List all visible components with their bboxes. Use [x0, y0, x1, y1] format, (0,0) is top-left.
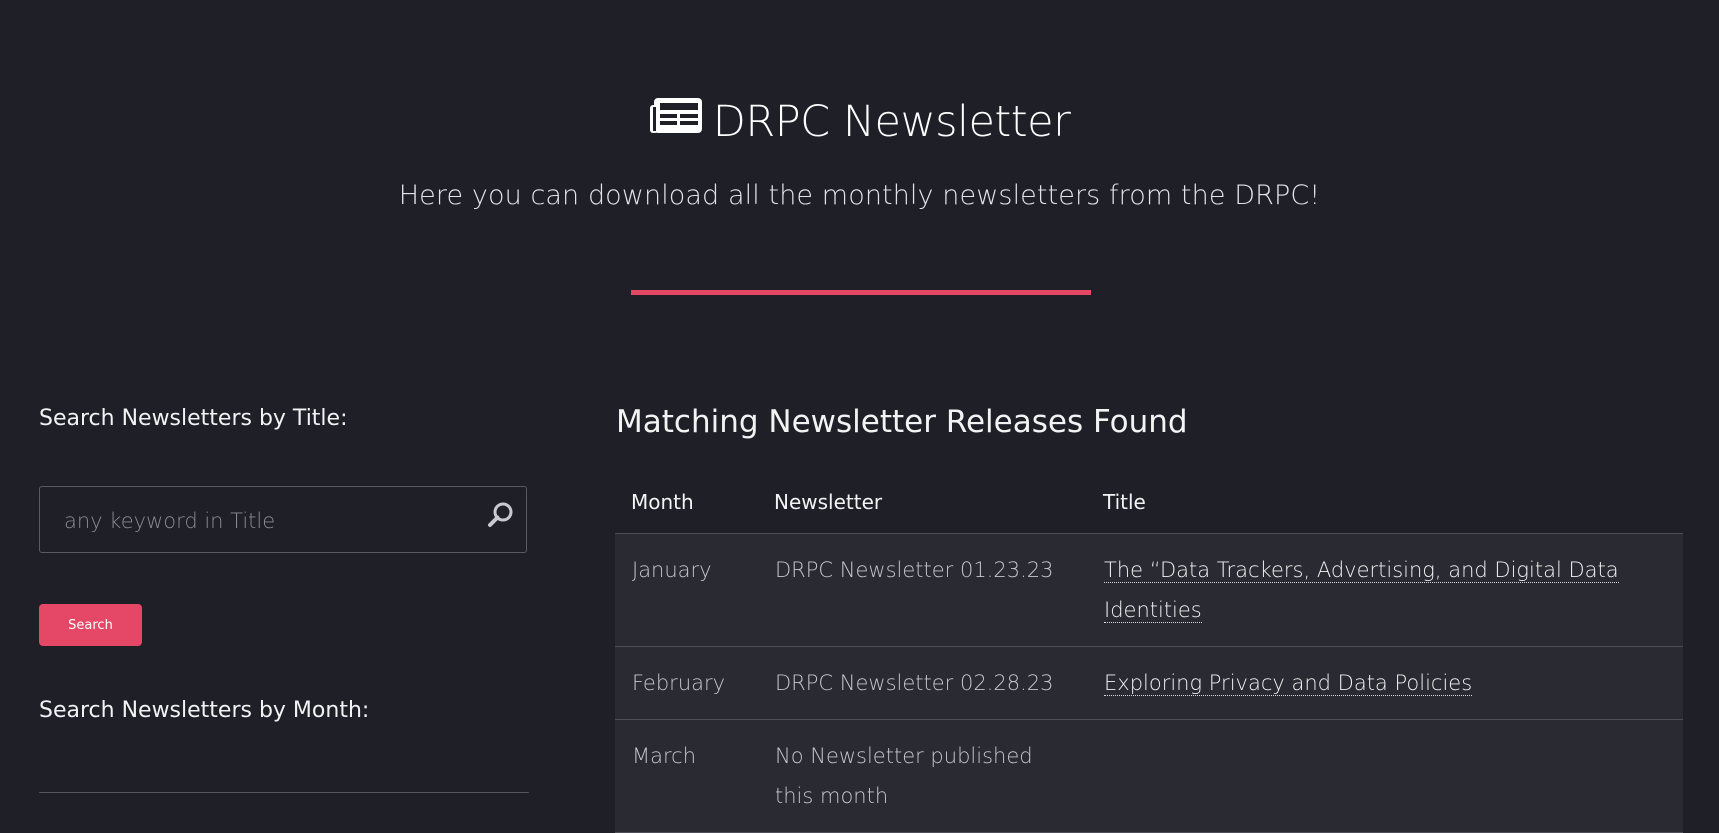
- search-field[interactable]: [39, 486, 527, 554]
- page-subtitle: Here you can download all the monthly ne…: [398, 180, 1321, 211]
- column-header-title: Title: [1087, 470, 1683, 534]
- search-input[interactable]: [62, 487, 466, 554]
- page-title-text: DRPC Newsletter: [712, 97, 1071, 147]
- table-header-row: Month Newsletter Title: [615, 470, 1683, 534]
- results-heading: Matching Newsletter Releases Found: [616, 404, 1188, 440]
- newspaper-icon: [649, 91, 703, 151]
- newsletter-title-link[interactable]: Exploring Privacy and Data Policies: [1104, 671, 1473, 696]
- search-button[interactable]: Search: [39, 604, 142, 646]
- cell-month: January: [615, 533, 758, 647]
- header-divider: [631, 290, 1091, 295]
- cell-newsletter: DRPC Newsletter 01.23.23: [758, 533, 1087, 647]
- month-divider: [39, 792, 529, 793]
- page-header: DRPC Newsletter Here you can download al…: [0, 0, 1719, 320]
- cell-newsletter: DRPC Newsletter 02.28.23: [758, 646, 1087, 720]
- cell-title: The “Data Trackers, Advertising, and Dig…: [1087, 533, 1683, 647]
- page-title: DRPC Newsletter: [0, 92, 1719, 152]
- table-row: March No Newsletter published this month: [615, 719, 1683, 833]
- results-table: Month Newsletter Title January DRPC News…: [615, 470, 1683, 833]
- search-by-title-label: Search Newsletters by Title:: [39, 406, 348, 431]
- search-by-month-label: Search Newsletters by Month:: [39, 698, 370, 723]
- cell-month: February: [615, 646, 758, 720]
- column-header-newsletter: Newsletter: [758, 470, 1087, 534]
- table-row: January DRPC Newsletter 01.23.23 The “Da…: [615, 533, 1683, 647]
- cell-newsletter: No Newsletter published this month: [758, 719, 1087, 833]
- cell-month: March: [615, 719, 758, 833]
- newsletter-title-link[interactable]: The “Data Trackers, Advertising, and Dig…: [1104, 558, 1619, 623]
- cell-title: Exploring Privacy and Data Policies: [1087, 646, 1683, 720]
- cell-title: [1087, 719, 1683, 833]
- search-icon[interactable]: [486, 500, 516, 530]
- column-header-month: Month: [615, 470, 758, 534]
- table-row: February DRPC Newsletter 02.28.23 Explor…: [615, 646, 1683, 720]
